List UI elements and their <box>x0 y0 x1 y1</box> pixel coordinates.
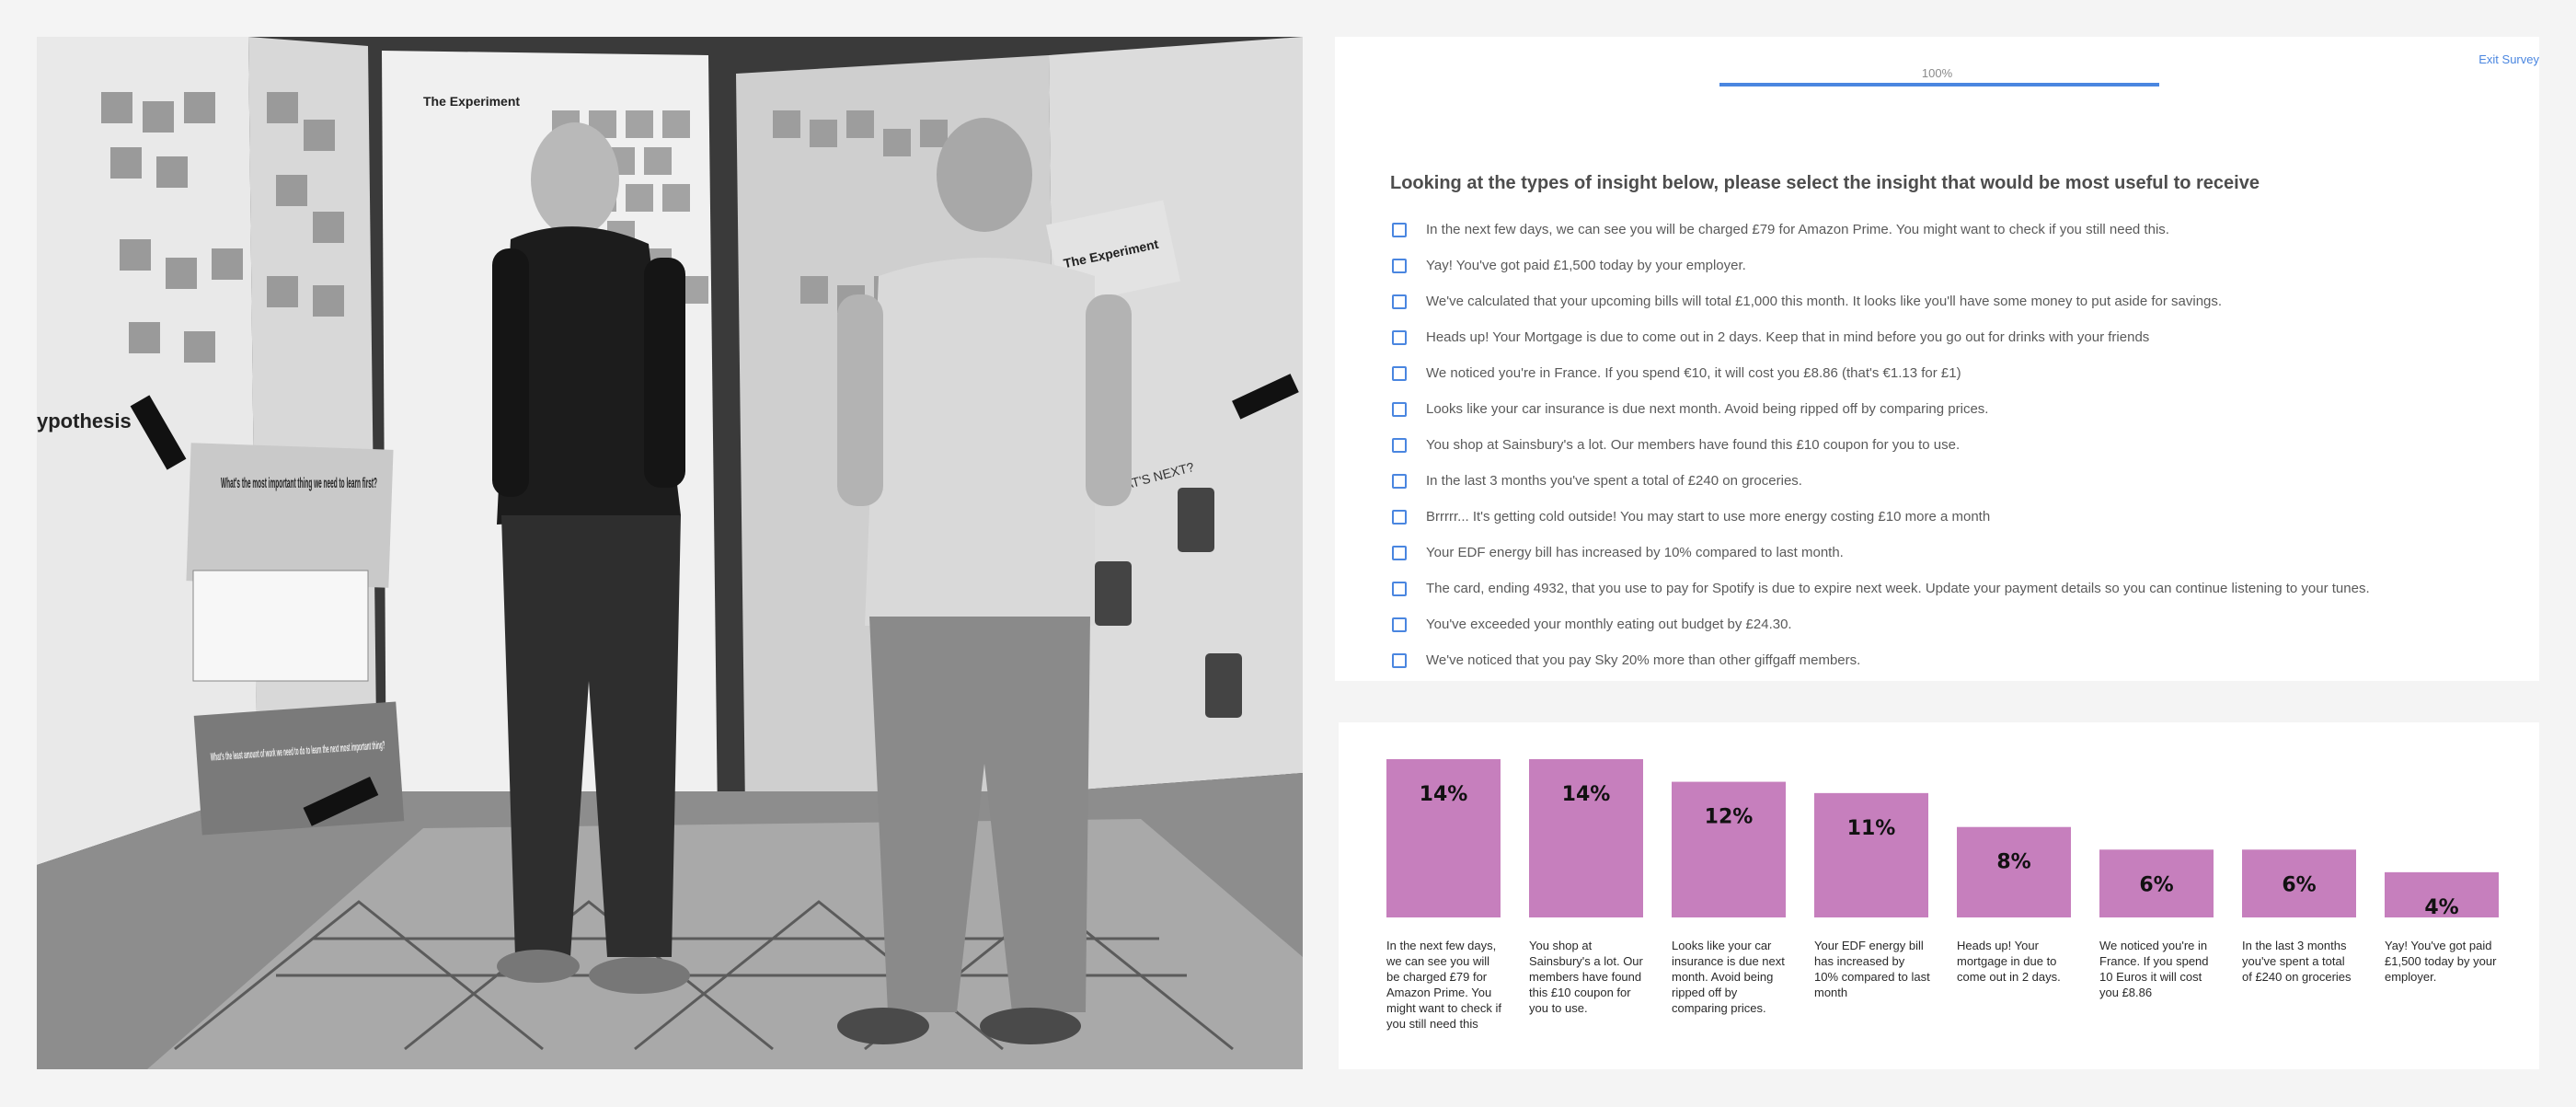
bar-category-label: We noticed you're in France. If you spen… <box>2099 939 2209 999</box>
progress-bar <box>1719 83 2159 86</box>
results-bar-chart: 14% 14% 12% 11% 8% 6% 6% 4% <box>1386 759 2499 919</box>
bar-category-label: In the last 3 months you've spent a tota… <box>2242 939 2352 984</box>
insight-option[interactable]: We've noticed that you pay Sky 20% more … <box>1392 642 2370 678</box>
insight-option[interactable]: Looks like your car insurance is due nex… <box>1392 391 2370 427</box>
survey-question: Looking at the types of insight below, p… <box>1390 173 2260 193</box>
bar-category-label: Looks like your car insurance is due nex… <box>1672 939 1785 1015</box>
option-label: You shop at Sainsbury's a lot. Our membe… <box>1426 437 1961 453</box>
bar-category-label: Heads up! Your mortgage in due to come o… <box>1957 939 2061 984</box>
experiment-board-text: The Experiment <box>423 94 520 109</box>
insight-option[interactable]: Heads up! Your Mortgage is due to come o… <box>1392 319 2370 355</box>
bar-category-label: Your EDF energy bill has increased by 10… <box>1814 939 1930 999</box>
bar-value-label: 14% <box>1420 783 1468 806</box>
option-label: Brrrrr... It's getting cold outside! You… <box>1426 509 1991 525</box>
bar-category-label: In the next few days, we can see you wil… <box>1386 939 1501 1031</box>
option-label: Looks like your car insurance is due nex… <box>1426 401 1989 417</box>
insight-option[interactable]: The card, ending 4932, that you use to p… <box>1392 571 2370 606</box>
bar-value-label: 8% <box>1996 851 2030 874</box>
option-label: We've noticed that you pay Sky 20% more … <box>1426 652 1861 668</box>
insight-option[interactable]: Yay! You've got paid £1,500 today by you… <box>1392 248 2370 283</box>
option-label: We've calculated that your upcoming bill… <box>1426 294 2223 309</box>
option-checkbox[interactable] <box>1392 437 1407 453</box>
option-label: You've exceeded your monthly eating out … <box>1426 617 1792 632</box>
option-checkbox[interactable] <box>1392 294 1407 309</box>
option-checkbox[interactable] <box>1392 652 1407 668</box>
hypothesis-text: ypothesis <box>37 409 132 432</box>
option-checkbox[interactable] <box>1392 365 1407 381</box>
option-checkbox[interactable] <box>1392 509 1407 525</box>
insight-option[interactable]: In the last 3 months you've spent a tota… <box>1392 463 2370 499</box>
option-label: Your EDF energy bill has increased by 10… <box>1426 545 1844 560</box>
option-label: We noticed you're in France. If you spen… <box>1426 365 1961 381</box>
exit-survey-link[interactable]: Exit Survey <box>2478 52 2539 66</box>
option-checkbox[interactable] <box>1392 473 1407 489</box>
insight-options-list: In the next few days, we can see you wil… <box>1392 212 2370 678</box>
option-checkbox[interactable] <box>1392 329 1407 345</box>
bar-value-label: 6% <box>2139 873 2173 896</box>
insight-option[interactable]: In the next few days, we can see you wil… <box>1392 212 2370 248</box>
insight-option[interactable]: Your EDF energy bill has increased by 10… <box>1392 535 2370 571</box>
bar-value-label: 14% <box>1562 783 1611 806</box>
chart-bar <box>1814 792 1928 917</box>
progress-bar-fill <box>1719 83 2159 86</box>
option-checkbox[interactable] <box>1392 222 1407 237</box>
option-label: In the last 3 months you've spent a tota… <box>1426 473 1802 489</box>
option-checkbox[interactable] <box>1392 545 1407 560</box>
insight-option[interactable]: We noticed you're in France. If you spen… <box>1392 355 2370 391</box>
option-label: Heads up! Your Mortgage is due to come o… <box>1426 329 2150 345</box>
option-checkbox[interactable] <box>1392 258 1407 273</box>
insight-option[interactable]: You've exceeded your monthly eating out … <box>1392 606 2370 642</box>
bar-value-label: 6% <box>2282 873 2316 896</box>
results-chart-panel: 14% 14% 12% 11% 8% 6% 6% 4% In the next few day… <box>1339 722 2539 1069</box>
bar-category-label: You shop at Sainsbury's a lot. Our membe… <box>1529 939 1643 1015</box>
option-label: The card, ending 4932, that you use to p… <box>1426 581 2370 596</box>
bar-value-label: 12% <box>1705 806 1754 829</box>
insight-option[interactable]: We've calculated that your upcoming bill… <box>1392 283 2370 319</box>
insight-option[interactable]: You shop at Sainsbury's a lot. Our membe… <box>1392 427 2370 463</box>
bar-value-label: 4% <box>2424 896 2458 919</box>
workshop-photo: What's the most important thing we need … <box>37 37 1303 1069</box>
bar-category-label: Yay! You've got paid £1,500 today by you… <box>2385 939 2497 984</box>
progress-label: 100% <box>1921 66 1953 80</box>
survey-panel: 100% Exit Survey Looking at the types of… <box>1335 37 2539 681</box>
chart-bar <box>1672 781 1786 917</box>
insight-option[interactable]: Brrrrr... It's getting cold outside! You… <box>1392 499 2370 535</box>
learn-first-card-text: What's the most important thing we need … <box>221 476 377 491</box>
workshop-photo-drawing: What's the most important thing we need … <box>37 37 1303 1069</box>
option-checkbox[interactable] <box>1392 581 1407 596</box>
option-checkbox[interactable] <box>1392 401 1407 417</box>
bar-value-label: 11% <box>1847 817 1896 840</box>
option-checkbox[interactable] <box>1392 617 1407 632</box>
option-label: Yay! You've got paid £1,500 today by you… <box>1426 258 1746 273</box>
option-label: In the next few days, we can see you wil… <box>1426 222 2169 237</box>
